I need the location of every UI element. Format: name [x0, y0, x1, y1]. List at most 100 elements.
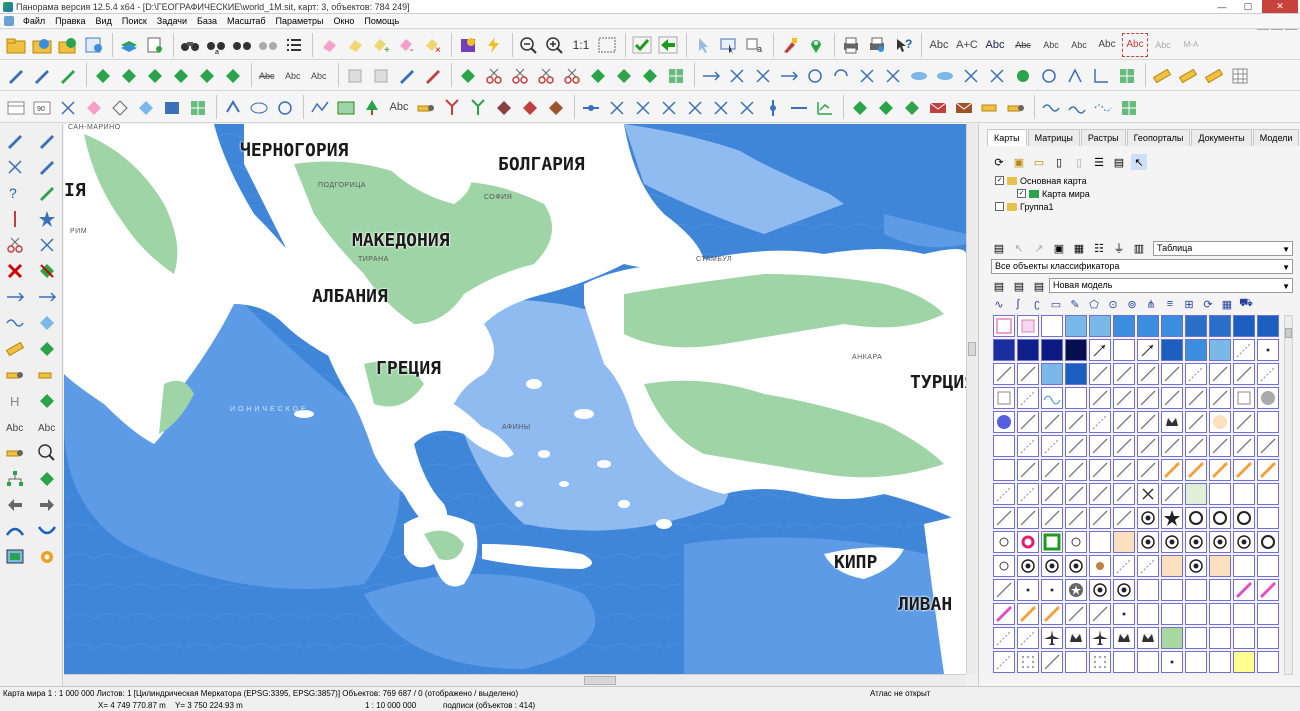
symbol-cell[interactable]: [993, 555, 1015, 577]
ruler-icon[interactable]: [1, 336, 29, 360]
symbol-cell[interactable]: [1041, 555, 1063, 577]
diamond-split-icon[interactable]: [169, 63, 193, 87]
node-merge2-icon[interactable]: [683, 95, 707, 119]
node-cross-icon[interactable]: [605, 95, 629, 119]
symbol-cell[interactable]: [1257, 315, 1279, 337]
symbol-cell[interactable]: [1017, 459, 1039, 481]
symbol-cell[interactable]: [1089, 579, 1111, 601]
grid-select-icon[interactable]: [56, 95, 80, 119]
curve-right-icon[interactable]: [33, 518, 61, 542]
wave-line-icon[interactable]: [1039, 95, 1063, 119]
node-line-icon[interactable]: [579, 95, 603, 119]
scissors-icon[interactable]: [482, 63, 506, 87]
diamond-line-icon[interactable]: [874, 95, 898, 119]
tab-geoportals[interactable]: Геопорталы: [1126, 129, 1191, 146]
arrows-shrink-icon[interactable]: [985, 63, 1009, 87]
symbol-cell[interactable]: [1233, 627, 1255, 649]
symbol-cell[interactable]: [1233, 507, 1255, 529]
symbol-cell[interactable]: [1233, 387, 1255, 409]
menu-window[interactable]: Окно: [328, 16, 359, 26]
symbol-cell[interactable]: [1209, 483, 1231, 505]
symbol-cell[interactable]: [1209, 339, 1231, 361]
symbol-cell[interactable]: [1185, 555, 1207, 577]
wave-icon[interactable]: [1, 310, 29, 334]
symbol-cell[interactable]: [1089, 483, 1111, 505]
brush-icon[interactable]: [778, 33, 802, 57]
symbol-cell[interactable]: [1185, 339, 1207, 361]
eraser-minus-icon[interactable]: -: [395, 33, 419, 57]
diamond-icon[interactable]: [91, 63, 115, 87]
help-icon[interactable]: ?: [891, 33, 915, 57]
binoculars-icon[interactable]: [178, 33, 202, 57]
scissors-icon[interactable]: [1, 232, 29, 256]
circle-type-icon[interactable]: ⊙: [1105, 296, 1121, 312]
symbol-cell[interactable]: [1185, 579, 1207, 601]
cross-select-icon[interactable]: [881, 63, 905, 87]
text-style-abc-frame[interactable]: Abc: [1122, 32, 1148, 57]
diamond-delete-icon[interactable]: [848, 95, 872, 119]
abc-text-icon[interactable]: Abc: [1, 414, 29, 438]
menu-search[interactable]: Поиск: [117, 16, 152, 26]
menu-file[interactable]: Файл: [18, 16, 50, 26]
rhombus-blue-icon[interactable]: [134, 95, 158, 119]
wave-grid-icon[interactable]: [1117, 95, 1141, 119]
symbol-cell[interactable]: [1209, 507, 1231, 529]
grid-icon[interactable]: ▥: [1131, 240, 1147, 256]
arrow-left-green-icon[interactable]: [656, 33, 680, 57]
symbol-cell[interactable]: [1185, 603, 1207, 625]
symbol-cell[interactable]: [1089, 363, 1111, 385]
symbol-cell[interactable]: [1113, 483, 1135, 505]
node-green-icon[interactable]: [456, 63, 480, 87]
symbol-cell[interactable]: [1137, 387, 1159, 409]
tab-models[interactable]: Модели: [1252, 129, 1300, 146]
symbol-cell[interactable]: [1185, 387, 1207, 409]
symbol-cell[interactable]: [1161, 555, 1183, 577]
symbol-cell[interactable]: [1017, 555, 1039, 577]
symbol-cell[interactable]: [1089, 315, 1111, 337]
symbol-cell[interactable]: [1017, 483, 1039, 505]
target-type-icon[interactable]: ⊚: [1124, 296, 1140, 312]
symbol-cell[interactable]: [1017, 315, 1039, 337]
symbol-cell[interactable]: [1233, 435, 1255, 457]
checkbox[interactable]: ✓: [1017, 189, 1026, 198]
palette-icon[interactable]: [456, 33, 480, 57]
grid-type-icon[interactable]: ⊞: [1181, 296, 1197, 312]
select-text-icon[interactable]: a: [743, 33, 767, 57]
undo-curve-icon[interactable]: [829, 63, 853, 87]
wave-dots-icon[interactable]: [1091, 95, 1115, 119]
pen-cross-icon[interactable]: [1, 154, 29, 178]
text-style-abc-arc[interactable]: Abc: [1038, 33, 1064, 57]
pointer-select-icon[interactable]: ↖: [1131, 154, 1147, 170]
symbol-cell[interactable]: [1041, 627, 1063, 649]
symbol-cell[interactable]: [993, 603, 1015, 625]
symbol-cell[interactable]: [1065, 459, 1087, 481]
symbol-cell[interactable]: [1089, 603, 1111, 625]
rectangle-type-icon[interactable]: ▭: [1048, 296, 1064, 312]
symbol-cell[interactable]: [1089, 459, 1111, 481]
table-icon[interactable]: [4, 95, 28, 119]
zoom-out-icon[interactable]: [517, 33, 541, 57]
symbol-cell[interactable]: [993, 627, 1015, 649]
symbol-cell[interactable]: [1137, 507, 1159, 529]
node-merge-icon[interactable]: [638, 63, 662, 87]
symbol-cell[interactable]: [1137, 627, 1159, 649]
diamond-join-icon[interactable]: [143, 63, 167, 87]
tab-maps[interactable]: Карты: [987, 129, 1027, 146]
fit-window-icon[interactable]: [595, 33, 619, 57]
scrollbar-thumb[interactable]: [968, 342, 976, 356]
symbol-cell[interactable]: [1041, 507, 1063, 529]
symbol-cell[interactable]: [1113, 387, 1135, 409]
symbol-cell[interactable]: [1017, 387, 1039, 409]
symbol-cell[interactable]: [1161, 315, 1183, 337]
eraser-add-icon[interactable]: +: [369, 33, 393, 57]
symbol-cell[interactable]: [1209, 459, 1231, 481]
symbol-cell[interactable]: [1185, 411, 1207, 433]
symbol-cell[interactable]: [1041, 459, 1063, 481]
menu-database[interactable]: База: [192, 16, 222, 26]
tree-network-icon[interactable]: [1, 466, 29, 490]
catalog-icon[interactable]: [82, 33, 106, 57]
text-style-abc-gray[interactable]: Abc: [1150, 33, 1176, 57]
symbol-cell[interactable]: [1065, 507, 1087, 529]
pointer-icon[interactable]: [691, 33, 715, 57]
flashlight-add-icon[interactable]: [33, 362, 61, 386]
